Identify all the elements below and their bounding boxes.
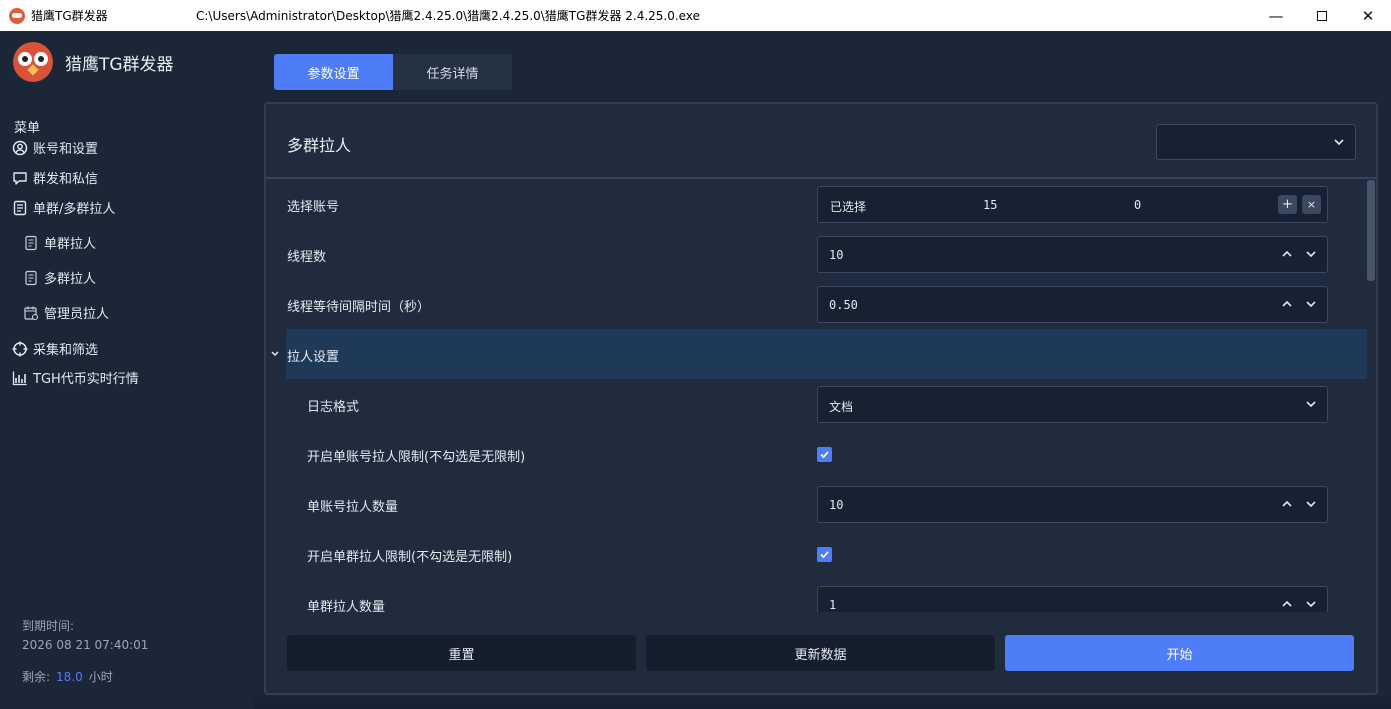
remaining-time: 剩余: 18.0 小时 [22,668,113,685]
sidebar-item-label: 群发和私信 [33,172,99,187]
menu-title: 菜单 [14,121,41,136]
minimize-icon: — [1268,6,1284,25]
panel-header: 多群拉人 [266,104,1376,179]
wait-interval-value: 0.50 [829,298,858,312]
chevron-down-icon[interactable] [1305,298,1317,313]
expiry-date: 2026 08 21 07:40:01 [22,638,149,652]
maximize-button[interactable] [1299,0,1345,31]
user-circle-icon [12,140,28,156]
brand: 猎鹰TG群发器 [13,42,174,82]
chevron-up-icon[interactable] [1281,248,1293,263]
window-app-name: 猎鹰TG群发器 [31,9,108,23]
log-format-label: 日志格式 [307,400,360,415]
log-format-value: 文档 [829,400,854,414]
group-limit-stepper[interactable]: 1 [817,586,1328,612]
app-owl-icon [9,7,25,24]
chevron-down-icon [1305,398,1317,413]
chat-bubble-icon [12,170,28,186]
threads-stepper[interactable]: 10 [817,236,1328,273]
checkmark-icon [820,551,829,559]
sidebar-item-collect-filter[interactable]: 采集和筛选 [12,339,98,358]
bottom-strip [253,697,1391,709]
account-limit-checkbox[interactable] [817,447,832,462]
close-button[interactable]: ✕ [1345,0,1391,31]
wait-interval-label: 线程等待间隔时间（秒） [287,300,431,315]
calendar-admin-icon [23,305,39,321]
group-limit-label: 单群拉人数量 [307,600,386,615]
pull-settings-label: 拉人设置 [287,350,340,365]
reset-button[interactable]: 重置 [287,635,636,671]
chevron-up-icon[interactable] [1281,298,1293,313]
remaining-value: 18.0 [56,670,83,684]
maximize-icon [1317,10,1327,21]
chevron-down-icon[interactable] [270,348,280,363]
group-limit-checkbox[interactable] [817,547,832,562]
sidebar-item-group-pull[interactable]: 单群/多群拉人 [12,198,115,217]
refresh-data-button[interactable]: 更新数据 [646,635,995,671]
account-limit-value: 10 [829,498,844,512]
sidebar-item-broadcast[interactable]: 群发和私信 [12,168,98,187]
sidebar-item-label: 账号和设置 [33,142,99,157]
window-path: C:\Users\Administrator\Desktop\猎鹰2.4.25.… [196,9,700,23]
tab-parameter-settings[interactable]: 参数设置 [274,54,393,90]
account-limit-enable-label: 开启单账号拉人限制(不勾选是无限制) [307,450,526,465]
account-other-count: 0 [1134,198,1142,212]
pull-settings-section[interactable] [286,329,1367,379]
log-format-select[interactable]: 文档 [817,386,1328,423]
tab-task-details[interactable]: 任务详情 [393,54,512,90]
panel-title: 多群拉人 [287,136,352,155]
account-selected-label: 已选择 [830,200,867,214]
remaining-unit: 小时 [88,670,113,684]
chevron-down-icon[interactable] [1305,498,1317,513]
chevron-up-icon[interactable] [1281,498,1293,513]
group-limit-enable-label: 开启单群拉人限制(不勾选是无限制) [307,550,513,565]
account-selector[interactable]: 已选择 15 0 + × [817,186,1328,223]
sidebar-item-single-group[interactable]: 单群拉人 [23,233,96,252]
chevron-down-icon[interactable] [1305,598,1317,613]
close-icon: ✕ [1361,6,1375,25]
wait-interval-stepper[interactable]: 0.50 [817,286,1328,323]
crosshair-icon [12,341,28,357]
mode-select[interactable] [1156,124,1356,160]
account-limit-label: 单账号拉人数量 [307,500,399,515]
group-limit-value: 1 [829,598,837,612]
remaining-label: 剩余: [22,670,51,684]
brand-name: 猎鹰TG群发器 [65,54,174,75]
minimize-button[interactable]: — [1253,0,1299,31]
chevron-down-icon [1333,136,1345,152]
sidebar-item-tgh-market[interactable]: TGH代币实时行情 [12,368,139,387]
sidebar-item-label: 多群拉人 [44,272,97,287]
chevron-down-icon[interactable] [1305,248,1317,263]
clear-account-button[interactable]: × [1302,195,1321,214]
document-icon [23,235,39,251]
expiry-label: 到期时间: [22,619,75,633]
sidebar-item-multi-group[interactable]: 多群拉人 [23,268,96,287]
threads-value: 10 [829,248,844,262]
bar-chart-icon [12,370,28,386]
sidebar-item-admin-pull[interactable]: 管理员拉人 [23,303,109,322]
sidebar-item-label: 管理员拉人 [44,307,110,322]
threads-label: 线程数 [287,250,327,265]
owl-logo-icon [13,42,53,82]
account-selected-count: 15 [983,198,998,212]
start-button[interactable]: 开始 [1005,635,1354,671]
window-titlebar: 猎鹰TG群发器 C:\Users\Administrator\Desktop\猎… [0,0,1391,31]
checkmark-icon [820,451,829,459]
document-icon [12,200,28,216]
sidebar-item-account-settings[interactable]: 账号和设置 [12,138,98,157]
account-limit-stepper[interactable]: 10 [817,486,1328,523]
sidebar-item-label: 单群/多群拉人 [33,202,116,217]
select-account-label: 选择账号 [287,200,340,215]
add-account-button[interactable]: + [1278,195,1297,214]
sidebar-item-label: TGH代币实时行情 [33,372,139,387]
panel-scrollbar[interactable] [1367,180,1375,281]
chevron-up-icon[interactable] [1281,598,1293,613]
sidebar-item-label: 单群拉人 [44,237,97,252]
sidebar-item-label: 采集和筛选 [33,343,99,358]
document-icon [23,270,39,286]
